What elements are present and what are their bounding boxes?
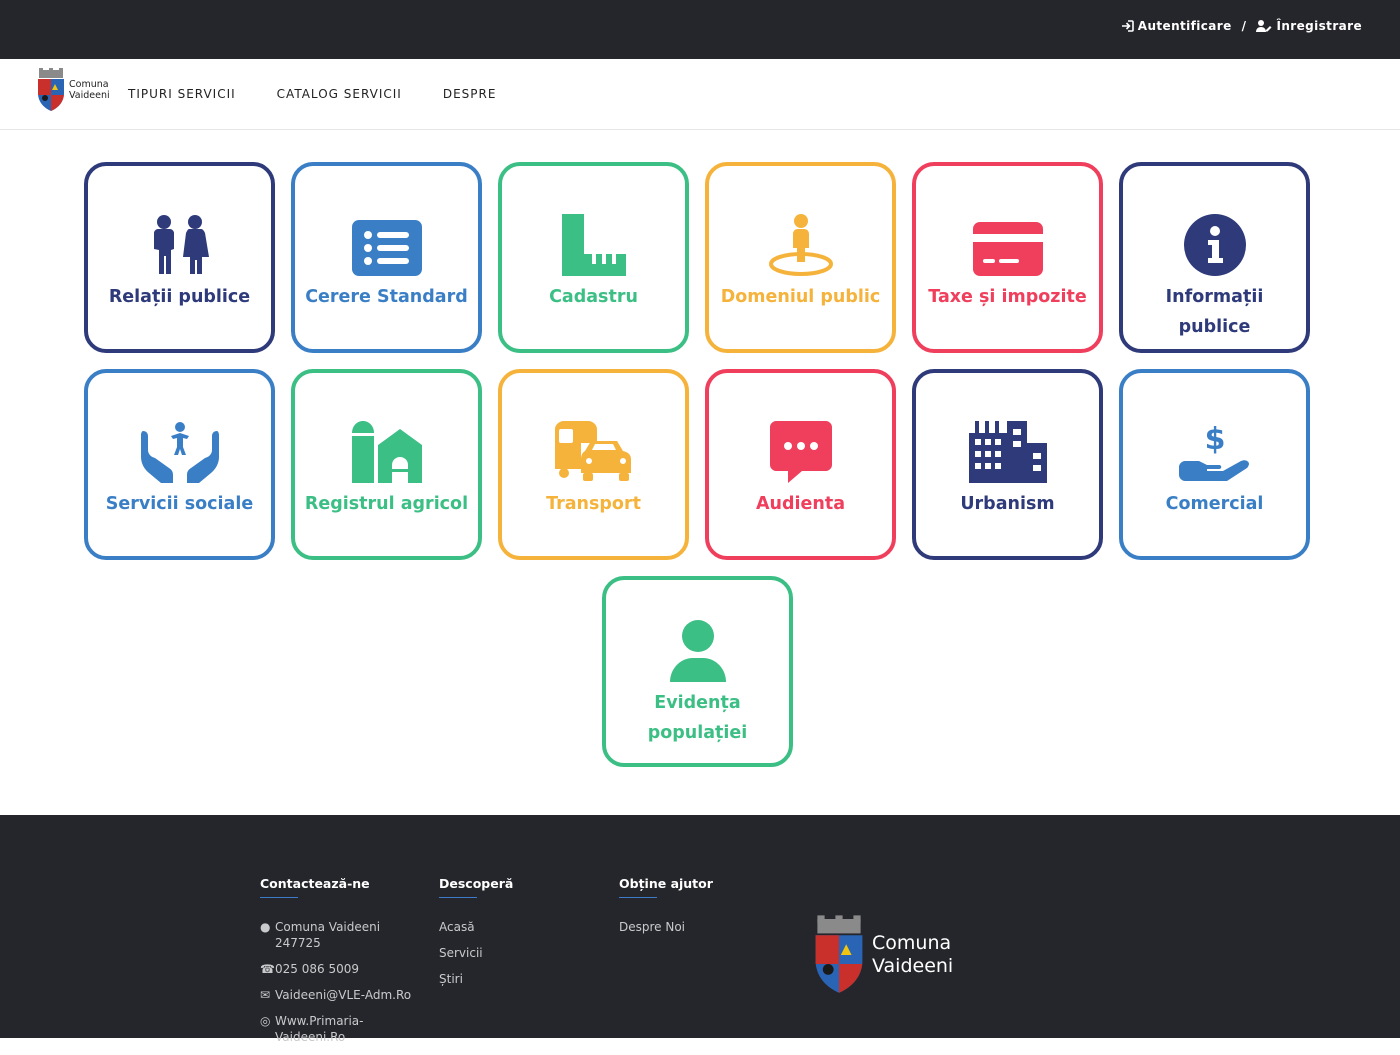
footer-logo-line1: Comuna	[872, 932, 952, 954]
service-label: Audienta	[755, 494, 846, 514]
auth-links: Autentificare / Înregistrare	[1121, 19, 1362, 33]
sign-in-icon	[1121, 20, 1134, 32]
register-label: Înregistrare	[1276, 19, 1362, 33]
footer-address: ● Comuna Vaideeni 247725	[260, 920, 381, 950]
service-card-comercial[interactable]: $ Comercial	[1119, 369, 1310, 560]
service-label: Urbanism	[960, 494, 1055, 514]
ruler-icon	[561, 214, 626, 276]
brand-logo[interactable]: Comuna Vaideeni	[36, 68, 110, 112]
info-icon	[1183, 214, 1246, 276]
nav-tipuri-servicii[interactable]: TIPURI SERVICII	[128, 87, 236, 101]
globe-icon: ◎	[260, 1014, 271, 1028]
service-card-relatii-publice[interactable]: Relații publice	[84, 162, 275, 353]
service-label: Domeniul public	[720, 287, 881, 307]
service-label: Taxe și impozite	[928, 287, 1087, 307]
footer-contact-title: Contactează-ne	[260, 876, 425, 898]
credit-card-icon	[972, 222, 1043, 276]
service-label: Informații publice	[1165, 287, 1264, 337]
footer-contact: Contactează-ne ● Comuna Vaideeni 247725 ☎…	[260, 876, 425, 1055]
footer-link-servicii[interactable]: Servicii	[439, 945, 579, 961]
service-label: Cadastru	[549, 287, 638, 307]
footer-link-acasa[interactable]: Acasă	[439, 919, 579, 935]
login-label: Autentificare	[1137, 19, 1232, 33]
service-card-domeniul-public[interactable]: Domeniul public	[705, 162, 896, 353]
login-link[interactable]: Autentificare	[1121, 19, 1232, 33]
service-card-servicii-sociale[interactable]: Servicii sociale	[84, 369, 275, 560]
nav-catalog-servicii[interactable]: CATALOG SERVICII	[277, 87, 402, 101]
hands-child-icon	[140, 422, 219, 483]
list-icon	[351, 220, 422, 276]
shuttle-car-icon	[554, 421, 631, 481]
comment-dots-icon	[769, 421, 832, 483]
footer-help-title: Obține ajutor	[619, 876, 759, 898]
service-label: Registrul agricol	[304, 494, 469, 514]
service-card-cadastru[interactable]: Cadastru	[498, 162, 689, 353]
footer-link-stiri[interactable]: Știri	[439, 971, 579, 987]
footer-logo-line2: Vaideeni	[872, 955, 954, 977]
service-card-informatii-publice[interactable]: Informații publice	[1119, 162, 1310, 353]
phone-icon: ☎	[260, 962, 275, 976]
user-icon	[669, 620, 726, 682]
envelope-icon: ✉	[260, 988, 271, 1002]
nav-despre[interactable]: DESPRE	[443, 87, 497, 101]
auth-separator: /	[1241, 19, 1247, 33]
nav-links: TIPURI SERVICII CATALOG SERVICII DESPRE	[128, 87, 496, 101]
brand-line2: Vaideeni	[69, 90, 110, 101]
service-card-cerere-standard[interactable]: Cerere Standard	[291, 162, 482, 353]
farm-icon	[351, 421, 422, 483]
footer-link-despre-noi[interactable]: Despre Noi	[619, 919, 759, 935]
footer: Contactează-ne ● Comuna Vaideeni 247725 ☎…	[0, 815, 1400, 1044]
service-card-evidenta-populatiei[interactable]: Evidența populației	[602, 576, 793, 767]
service-card-taxe-impozite[interactable]: Taxe și impozite	[912, 162, 1103, 353]
city-icon	[968, 421, 1047, 483]
service-label: Transport	[546, 494, 641, 514]
svg-text:$: $	[1204, 422, 1225, 457]
service-label: Cerere Standard	[305, 287, 468, 307]
service-card-audienta[interactable]: Audienta	[705, 369, 896, 560]
footer-discover: Descoperă Acasă Servicii Știri	[439, 876, 579, 997]
top-bar: Autentificare / Înregistrare	[0, 0, 1400, 59]
user-edit-icon	[1256, 20, 1272, 32]
coat-of-arms-icon	[38, 68, 64, 111]
service-card-registrul-agricol[interactable]: Registrul agricol	[291, 369, 482, 560]
service-card-transport[interactable]: Transport	[498, 369, 689, 560]
coat-of-arms-icon	[815, 915, 863, 993]
brand-line1: Comuna	[69, 79, 109, 90]
footer-logo: Comuna Vaideeni	[812, 915, 953, 995]
register-link[interactable]: Înregistrare	[1256, 19, 1362, 33]
street-view-icon	[768, 214, 833, 276]
brand-text: Comuna Vaideeni	[69, 79, 110, 101]
service-label: Comercial	[1165, 494, 1264, 514]
footer-help: Obține ajutor Despre Noi	[619, 876, 759, 945]
service-label: Evidența populației	[647, 693, 748, 743]
map-marker-icon: ●	[260, 920, 271, 934]
service-label: Servicii sociale	[105, 494, 254, 514]
footer-website[interactable]: ◎ Www.Primaria-Vaideeni.Ro	[260, 1013, 425, 1045]
footer-email[interactable]: ✉ Vaideeni@VLE-Adm.Ro	[260, 987, 425, 1003]
restroom-icon	[153, 215, 209, 274]
footer-phone: ☎ 025 086 5009	[260, 962, 359, 976]
main-navbar: Comuna Vaideeni TIPURI SERVICII CATALOG …	[0, 59, 1400, 130]
service-card-urbanism[interactable]: Urbanism	[912, 369, 1103, 560]
hand-dollar-icon: $	[1178, 422, 1249, 481]
service-label: Relații publice	[108, 287, 251, 307]
footer-discover-title: Descoperă	[439, 876, 579, 898]
